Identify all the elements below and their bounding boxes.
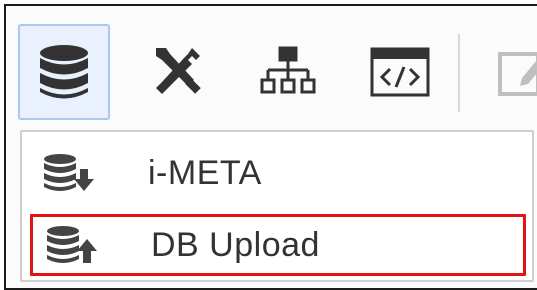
code-window-icon	[370, 47, 430, 97]
menu-item-label: DB Upload	[151, 225, 320, 264]
database-icon	[40, 45, 88, 99]
tools-icon	[156, 48, 201, 94]
menu-item-db-upload[interactable]: DB Upload	[30, 214, 526, 276]
database-button[interactable]	[18, 24, 110, 120]
menu-item-imeta[interactable]: i-META	[30, 142, 526, 204]
database-dropdown-menu: i-META DB Upload	[20, 130, 534, 282]
hierarchy-icon	[260, 46, 316, 94]
edit-icon	[498, 52, 537, 96]
window-frame: i-META DB Upload	[4, 4, 537, 290]
hierarchy-button[interactable]	[242, 24, 334, 120]
edit-button[interactable]	[476, 24, 537, 120]
toolbar-separator	[458, 34, 460, 112]
tools-button[interactable]	[130, 24, 222, 120]
code-window-button[interactable]	[354, 24, 446, 120]
menu-item-label: i-META	[148, 153, 262, 192]
toolbar	[6, 6, 537, 126]
database-upload-icon	[43, 225, 99, 265]
database-download-icon	[40, 153, 96, 193]
